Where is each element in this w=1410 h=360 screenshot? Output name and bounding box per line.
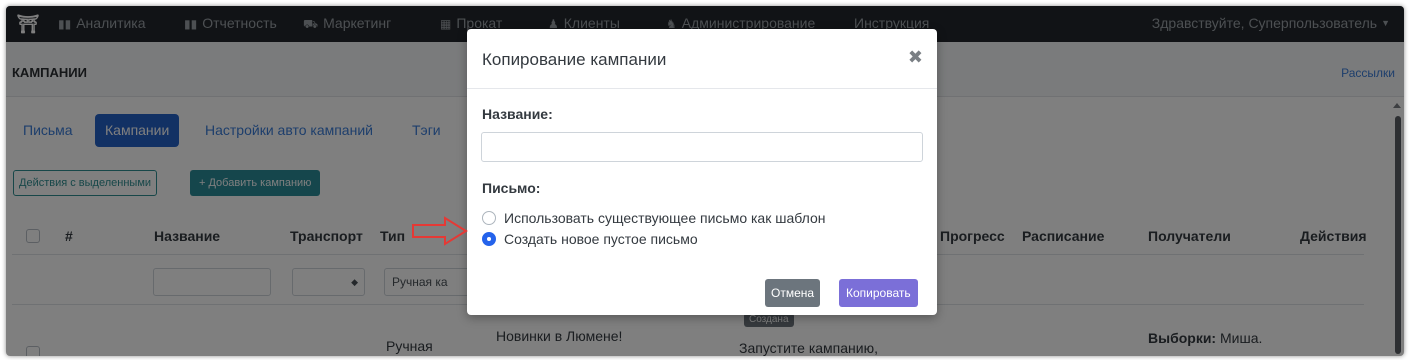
app-window: ⛩ ▮▮Аналитика ▮▮Отчетность ⛟Маркетинг ▦П… <box>6 6 1404 356</box>
letter-label: Письмо: <box>482 180 541 196</box>
dialog-header: Копирование кампании ✖ <box>467 29 937 89</box>
close-icon[interactable]: ✖ <box>908 47 923 68</box>
radio-button-selected[interactable] <box>482 232 496 246</box>
cancel-button[interactable]: Отмена <box>765 279 821 307</box>
copy-campaign-dialog: Копирование кампании ✖ Название: Письмо:… <box>467 29 937 315</box>
radio-button[interactable] <box>482 211 496 225</box>
radio-create-new-letter[interactable]: Создать новое пустое письмо <box>482 230 698 248</box>
campaign-name-input[interactable] <box>481 132 923 162</box>
radio-use-existing-letter[interactable]: Использовать существующее письмо как шаб… <box>482 209 825 227</box>
name-label: Название: <box>482 106 553 122</box>
dialog-title: Копирование кампании <box>482 50 667 69</box>
red-arrow-annotation-icon <box>412 216 468 246</box>
copy-button[interactable]: Копировать <box>839 279 918 307</box>
